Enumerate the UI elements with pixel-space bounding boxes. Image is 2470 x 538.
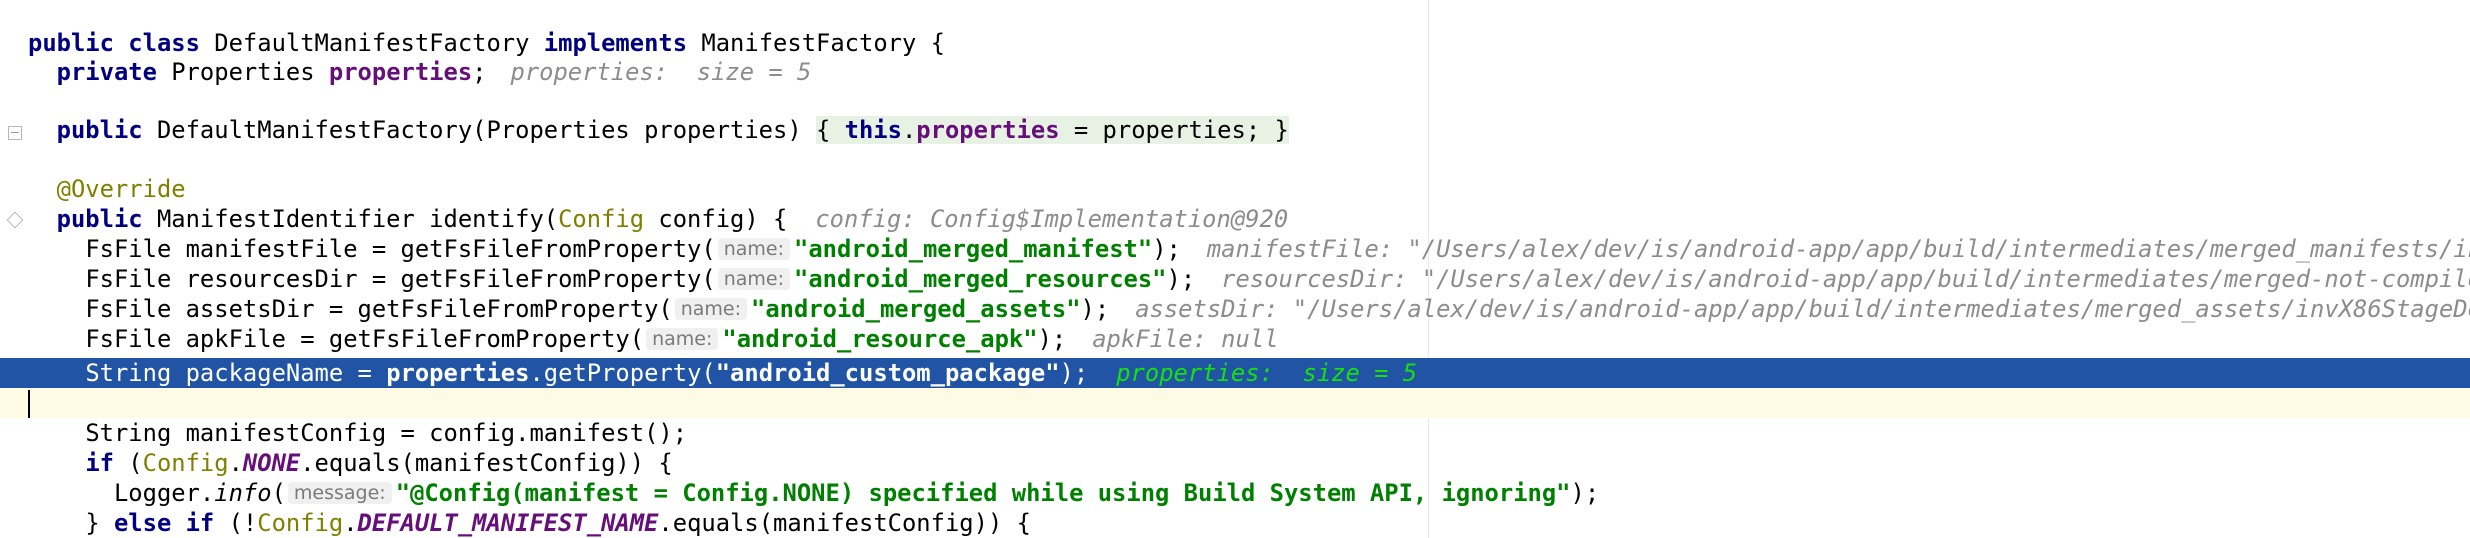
- code-text: FsFile resourcesDir = getFsFileFromPrope…: [85, 265, 716, 293]
- keyword: private: [56, 58, 157, 86]
- code-line-current-empty[interactable]: [0, 388, 2470, 418]
- static-field: DEFAULT_MANIFEST_NAME: [357, 509, 659, 537]
- code-text: );: [1152, 235, 1181, 263]
- text-caret: [28, 390, 30, 418]
- code-text: String packageName =: [85, 359, 387, 387]
- code-text: FsFile assetsDir = getFsFileFromProperty…: [85, 295, 673, 323]
- code-text: );: [1059, 359, 1089, 387]
- keyword: implements: [543, 29, 688, 57]
- keyword: if: [85, 449, 114, 477]
- code-line-else-if-default-manifest[interactable]: } else if (!Config.DEFAULT_MANIFEST_NAME…: [0, 508, 2470, 538]
- code-line-logger-info[interactable]: Logger.info(message: "@Config(manifest = …: [0, 478, 2470, 508]
- code-text: Properties: [156, 58, 329, 86]
- debugger-inline-value: resourcesDir: "/Users/alex/dev/is/androi…: [1221, 265, 2470, 293]
- code-line-override-annotation[interactable]: @Override: [0, 174, 2470, 204]
- code-text: FsFile apkFile = getFsFileFromProperty(: [85, 325, 645, 353]
- folded-block-brace[interactable]: {: [816, 116, 845, 144]
- string-literal: "android_custom_package": [715, 359, 1060, 387]
- code-text: );: [1570, 479, 1600, 507]
- static-field: NONE: [242, 449, 301, 477]
- keyword: public class: [28, 29, 200, 57]
- code-text: .equals(manifestConfig)) {: [658, 509, 1031, 537]
- string-literal: "@Config(manifest = Config.NONE) specifi…: [395, 479, 1571, 507]
- code-text: );: [1166, 265, 1196, 293]
- field-name: properties: [916, 116, 1060, 144]
- code-text: (: [271, 479, 286, 507]
- code-line-package-name-execution-point[interactable]: String packageName = properties.getPrope…: [0, 358, 2470, 388]
- string-literal: "android_resource_apk": [722, 325, 1038, 353]
- code-text: ;: [472, 58, 487, 86]
- keyword: else if: [113, 509, 215, 537]
- code-text: (!: [214, 509, 258, 537]
- folded-block-brace[interactable]: }: [1274, 116, 1289, 144]
- debugger-inline-value: config: Config$Implementation@920: [815, 205, 1289, 233]
- parameter-hint: name:: [674, 298, 748, 320]
- field-name: properties: [328, 58, 473, 86]
- string-literal: "android_merged_resources": [794, 265, 1167, 293]
- code-text: (: [113, 449, 143, 477]
- code-text: ManifestFactory {: [687, 29, 945, 57]
- code-line-apk-file[interactable]: FsFile apkFile = getFsFileFromProperty(n…: [0, 324, 2470, 354]
- parameter-hint: name:: [646, 328, 719, 350]
- code-text: .: [343, 509, 358, 537]
- type-name: Config: [257, 509, 344, 537]
- keyword: public: [56, 205, 143, 233]
- code-text: = properties;: [1059, 116, 1275, 144]
- code-line-identify-method[interactable]: public ManifestIdentifier identify(Confi…: [0, 204, 2470, 234]
- code-text: .: [228, 449, 243, 477]
- code-text: .equals(manifestConfig)) {: [300, 449, 673, 477]
- code-line-if-config-none[interactable]: if (Config.NONE.equals(manifestConfig)) …: [0, 448, 2470, 478]
- annotation: @Override: [56, 175, 186, 203]
- code-line-manifest-config[interactable]: String manifestConfig = config.manifest(…: [0, 418, 2470, 448]
- parameter-hint: message:: [287, 482, 392, 504]
- debugger-inline-value: properties: size = 5: [510, 58, 812, 86]
- debugger-inline-value: apkFile: null: [1092, 325, 1279, 353]
- debugger-inline-value: manifestFile: "/Users/alex/dev/is/androi…: [1206, 235, 2470, 263]
- debugger-inline-value: properties: size = 5: [1116, 359, 1418, 387]
- parameter-hint: name:: [717, 268, 790, 290]
- code-line-class-declaration[interactable]: public class DefaultManifestFactory impl…: [0, 28, 2470, 58]
- string-literal: "android_merged_manifest": [794, 235, 1153, 263]
- code-text: .: [901, 116, 917, 144]
- parameter-hint: name:: [717, 238, 790, 260]
- type-name: Config: [558, 205, 645, 233]
- code-text: config) {: [644, 205, 788, 233]
- code-text: Logger.: [113, 479, 215, 507]
- code-text: .getProperty(: [529, 359, 716, 387]
- code-text: String manifestConfig = config.manifest(…: [85, 419, 688, 447]
- code-line-properties-field[interactable]: private Properties properties; properties…: [0, 57, 2470, 87]
- code-editor[interactable]: public class DefaultManifestFactory impl…: [0, 0, 2470, 538]
- code-text: );: [1080, 295, 1110, 323]
- keyword: public: [56, 116, 143, 144]
- field-name: properties: [386, 359, 530, 387]
- code-line-manifest-file[interactable]: FsFile manifestFile = getFsFileFromPrope…: [0, 234, 2470, 264]
- code-text: FsFile manifestFile = getFsFileFromPrope…: [85, 235, 716, 263]
- type-name: Config: [142, 449, 229, 477]
- string-literal: "android_merged_assets": [751, 295, 1081, 323]
- code-line-constructor[interactable]: public DefaultManifestFactory(Properties…: [0, 115, 2470, 145]
- debugger-inline-value: assetsDir: "/Users/alex/dev/is/android-a…: [1135, 295, 2470, 323]
- code-line-assets-dir[interactable]: FsFile assetsDir = getFsFileFromProperty…: [0, 294, 2470, 324]
- code-text: ManifestIdentifier identify(: [142, 205, 559, 233]
- code-text: DefaultManifestFactory(Properties proper…: [142, 116, 816, 144]
- method-name: info: [214, 479, 272, 507]
- keyword: this: [844, 116, 902, 144]
- code-line-resources-dir[interactable]: FsFile resourcesDir = getFsFileFromPrope…: [0, 264, 2470, 294]
- code-text: );: [1037, 325, 1067, 353]
- code-text: DefaultManifestFactory: [199, 29, 544, 57]
- code-text: }: [85, 509, 114, 537]
